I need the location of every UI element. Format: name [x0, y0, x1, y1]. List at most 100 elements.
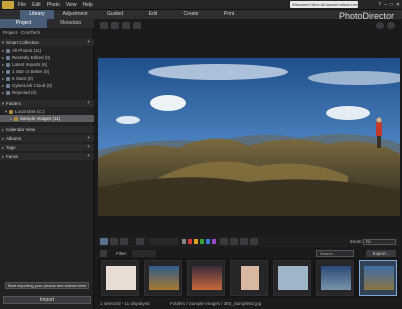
panel-toggle-icon[interactable] [100, 250, 107, 257]
faces-label: Faces [6, 154, 19, 159]
collection-icon [6, 48, 10, 53]
folder-icon [9, 109, 13, 114]
photo-viewer[interactable] [98, 58, 400, 216]
collection-item-rejected[interactable]: ▸ Rejected (0) [0, 89, 94, 96]
app-logo-icon[interactable] [2, 1, 14, 9]
star-rating-icon[interactable] [150, 238, 178, 245]
maximize-icon[interactable]: □ [390, 1, 393, 9]
thumbnail-item[interactable] [101, 260, 139, 296]
thumbnail-image [192, 266, 222, 290]
color-label-none[interactable] [182, 239, 186, 244]
smart-collection-label: Smart Collection [6, 40, 40, 45]
welcome-tutorial-link[interactable]: Welcome! View all tutorial videos here! [290, 1, 358, 8]
color-label-purple[interactable] [212, 239, 216, 244]
thumbnail-item[interactable] [230, 260, 268, 296]
viewer-toolbar: Zoom: Fit [98, 237, 400, 247]
calendar-view-label: Calendar View [6, 127, 36, 132]
collection-item-recently-edited[interactable]: ▸ Recently Edited (0) [0, 54, 94, 61]
collection-item-all-photos[interactable]: ▸ All Photos (11) [0, 47, 94, 54]
help-icon[interactable]: ? [378, 1, 381, 9]
tab-project[interactable]: Project [0, 19, 47, 28]
share-icon[interactable] [250, 238, 258, 245]
color-label-blue[interactable] [206, 239, 210, 244]
sort-icon[interactable] [136, 238, 144, 245]
left-panel-tabs: Project Metadata [0, 19, 94, 28]
window-controls: ? – □ ✕ [378, 1, 400, 9]
folder-label: Local Disk (C:) [15, 109, 45, 114]
collection-item-5-stars[interactable]: ▸ 5 Stars (0) [0, 75, 94, 82]
zoom-select[interactable]: Fit [363, 239, 396, 245]
import-button[interactable]: Import [3, 296, 91, 304]
folder-local-disk[interactable]: ▼ Local Disk (C:) [0, 108, 94, 115]
thumbnail-image [106, 266, 136, 290]
smart-collection-header[interactable]: ▼Smart Collection + [0, 39, 94, 46]
tab-adjustment[interactable]: Adjustment [56, 10, 94, 19]
rotate-right-icon[interactable] [230, 238, 238, 245]
filmstrip [98, 258, 400, 298]
rotate-left-icon[interactable] [220, 238, 228, 245]
tab-print[interactable]: Print [212, 10, 246, 19]
albums-header[interactable]: ▸ Albums + [0, 135, 94, 142]
list-view-icon[interactable] [110, 238, 118, 245]
calendar-view-header[interactable]: ▸ Calendar View [0, 126, 94, 133]
filter-icons[interactable] [132, 250, 156, 257]
collection-label: Latest Imports (6) [12, 62, 48, 67]
thumbnail-image [149, 266, 179, 290]
folders-header[interactable]: ▼Folders + [0, 100, 94, 107]
add-icon[interactable]: + [87, 144, 90, 151]
thumbnail-item-selected[interactable] [359, 260, 397, 296]
thumbnail-item[interactable] [273, 260, 311, 296]
thumbnail-image [278, 266, 308, 290]
thumbnail-item[interactable] [316, 260, 354, 296]
hand-tool-icon[interactable] [376, 22, 384, 29]
color-label-yellow[interactable] [194, 239, 198, 244]
thumbnail-view-icon[interactable] [100, 238, 108, 245]
collection-item-1-star[interactable]: ▸ 1 Star or Better (0) [0, 68, 94, 75]
loupe-view-icon[interactable] [111, 22, 119, 29]
close-icon[interactable]: ✕ [396, 1, 400, 9]
file-path: Folders / Sample Images / 360_Sample02.j… [170, 301, 262, 306]
thumbnail-image [321, 266, 351, 290]
collection-item-cloud[interactable]: ▸ CyberLink Cloud (0) [0, 82, 94, 89]
collection-icon [6, 55, 10, 60]
tab-library[interactable]: Library [20, 10, 54, 19]
left-panel: Project Metadata Project - ComTech ▼Smar… [0, 19, 94, 309]
add-icon[interactable]: + [87, 39, 90, 46]
view-toolbar [98, 21, 398, 31]
minimize-icon[interactable]: – [384, 1, 387, 9]
tab-edit[interactable]: Edit [136, 10, 170, 19]
search-input[interactable]: Search [316, 250, 354, 257]
tab-create[interactable]: Create [174, 10, 208, 19]
zoom-tool-icon[interactable] [387, 22, 395, 29]
grid-view-icon[interactable] [100, 22, 108, 29]
menu-file[interactable]: File [18, 0, 26, 10]
collection-icon [6, 62, 10, 67]
collection-item-latest-imports[interactable]: ▸ Latest Imports (6) [0, 61, 94, 68]
tags-header[interactable]: ▸ Tags + [0, 144, 94, 151]
add-icon[interactable]: + [87, 153, 90, 160]
menu-photo[interactable]: Photo [47, 0, 60, 10]
add-icon[interactable]: + [87, 135, 90, 142]
filmstrip-view-icon[interactable] [120, 238, 128, 245]
compare-view-icon[interactable] [122, 22, 130, 29]
faces-header[interactable]: ▸ Faces + [0, 153, 94, 160]
tab-metadata[interactable]: Metadata [47, 19, 94, 28]
thumbnail-image [241, 266, 259, 290]
add-icon[interactable]: + [87, 100, 90, 107]
export-button[interactable]: Export... [366, 250, 396, 257]
survey-view-icon[interactable] [133, 22, 141, 29]
menu-help[interactable]: Help [83, 0, 93, 10]
thumbnail-item[interactable] [187, 260, 225, 296]
delete-icon[interactable] [240, 238, 248, 245]
color-label-red[interactable] [188, 239, 192, 244]
folder-sample-images[interactable]: ▸ Sample Images (11) [0, 115, 94, 122]
color-label-green[interactable] [200, 239, 204, 244]
albums-label: Albums [6, 136, 22, 141]
project-title: Project - ComTech [3, 30, 41, 35]
menu-view[interactable]: View [66, 0, 77, 10]
filter-label: Filter: [116, 251, 128, 256]
thumbnail-item[interactable] [144, 260, 182, 296]
menu-edit[interactable]: Edit [32, 0, 41, 10]
tab-guided[interactable]: Guided [98, 10, 132, 19]
tags-label: Tags [6, 145, 16, 150]
